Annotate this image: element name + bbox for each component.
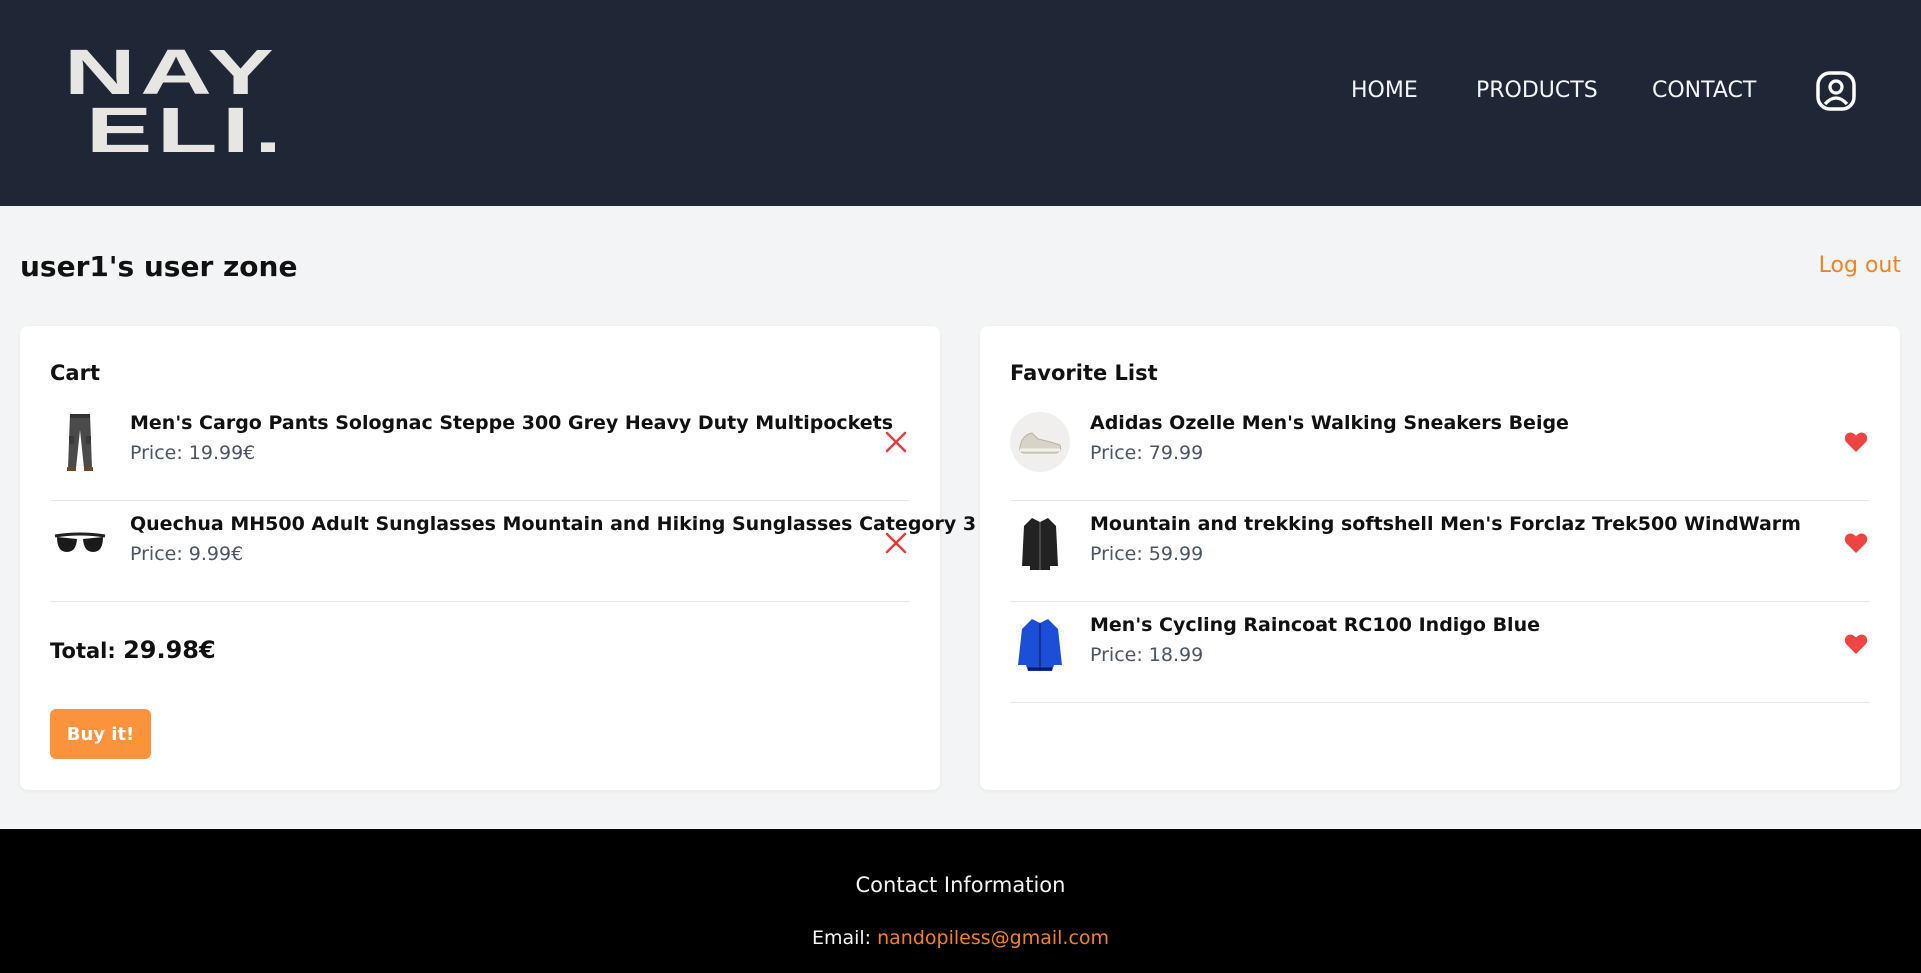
favorite-item-name[interactable]: Men's Cycling Raincoat RC100 Indigo Blue (1090, 614, 1540, 636)
page-title: user1's user zone (20, 250, 298, 283)
heart-icon[interactable] (1842, 428, 1870, 456)
cargo-pants-icon[interactable] (50, 412, 110, 472)
cart-title: Cart (50, 361, 100, 385)
cart-item-name[interactable]: Men's Cargo Pants Solognac Steppe 300 Gr… (130, 412, 893, 434)
cart-item: Quechua MH500 Adult Sunglasses Mountain … (50, 501, 976, 602)
favorite-item-name[interactable]: Adidas Ozelle Men's Walking Sneakers Bei… (1090, 412, 1569, 434)
favorites-title: Favorite List (1010, 361, 1158, 385)
footer-email-link[interactable]: nandopiless@gmail.com (877, 927, 1109, 949)
buy-button[interactable]: Buy it! (50, 709, 151, 759)
cart-item-price: Price: 9.99€ (130, 543, 244, 565)
raincoat-icon[interactable] (1010, 614, 1070, 674)
total-label: Total: (50, 639, 116, 663)
favorite-item: Adidas Ozelle Men's Walking Sneakers Bei… (1010, 400, 1870, 501)
favorite-item-price: Price: 79.99 (1090, 442, 1204, 464)
heart-icon[interactable] (1842, 529, 1870, 557)
cart-total: Total: 29.98€ (50, 636, 216, 664)
favorites-items-list: Adidas Ozelle Men's Walking Sneakers Bei… (1010, 400, 1870, 703)
footer-title: Contact Information (855, 873, 1066, 897)
logout-link[interactable]: Log out (1819, 253, 1901, 278)
user-circle-icon[interactable] (1815, 70, 1857, 112)
jacket-icon[interactable] (1010, 513, 1070, 573)
total-value: 29.98€ (123, 636, 216, 664)
footer-email-label: Email: (811, 927, 872, 949)
brand-logo[interactable]: NAY ELI. (64, 40, 282, 162)
cart-item: Men's Cargo Pants Solognac Steppe 300 Gr… (50, 400, 910, 501)
site-footer: Contact Information Email: nandopiless@g… (0, 829, 1921, 973)
site-header: NAY ELI. HOME PRODUCTS CONTACT (0, 0, 1921, 206)
favorite-item-price: Price: 59.99 (1090, 543, 1204, 565)
close-icon[interactable] (882, 428, 910, 456)
favorite-item: Mountain and trekking softshell Men's Fo… (1010, 501, 1870, 602)
nav-products-link[interactable]: PRODUCTS (1476, 78, 1598, 103)
sunglasses-icon[interactable] (50, 513, 110, 573)
sneaker-icon[interactable] (1010, 412, 1070, 472)
close-icon[interactable] (882, 529, 910, 557)
favorite-item: Men's Cycling Raincoat RC100 Indigo Blue… (1010, 602, 1870, 703)
favorites-card: Favorite List Adidas Ozelle Men's Walkin… (980, 326, 1900, 790)
nav-contact-link[interactable]: CONTACT (1652, 78, 1756, 103)
heart-icon[interactable] (1842, 630, 1870, 658)
footer-email: Email: nandopiless@gmail.com (0, 927, 1921, 949)
nav-home-link[interactable]: HOME (1351, 78, 1418, 103)
favorite-item-price: Price: 18.99 (1090, 644, 1204, 666)
cart-items-list: Men's Cargo Pants Solognac Steppe 300 Gr… (50, 400, 976, 602)
favorite-item-name[interactable]: Mountain and trekking softshell Men's Fo… (1090, 513, 1801, 535)
cart-item-name[interactable]: Quechua MH500 Adult Sunglasses Mountain … (130, 513, 976, 535)
cart-item-price: Price: 19.99€ (130, 442, 256, 464)
logo-line-2: ELI. (86, 94, 287, 166)
cart-card: Cart Men's Cargo Pants Solognac Steppe 3… (20, 326, 976, 790)
